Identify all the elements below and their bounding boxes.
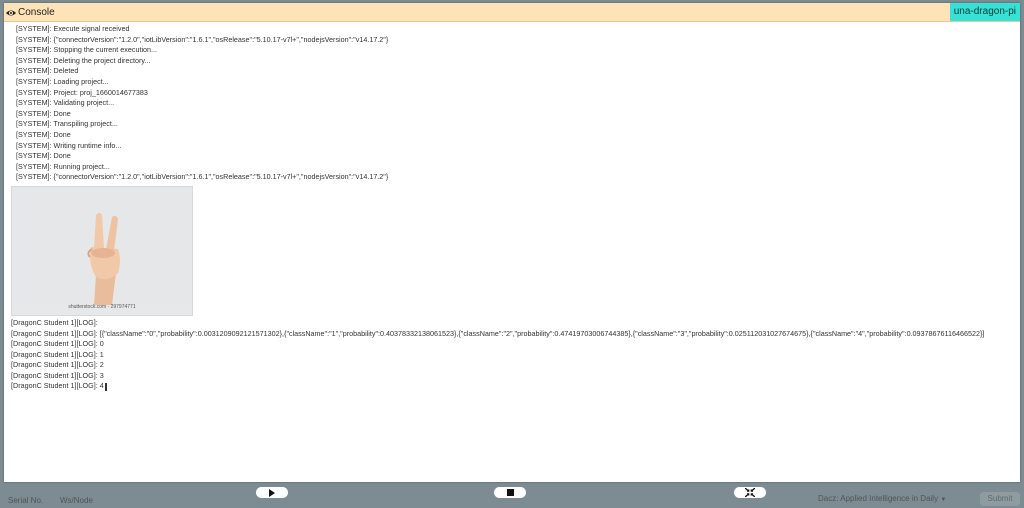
student-log-line: [DragonC Student 1][LOG]: 4 <box>11 381 104 391</box>
bg-submit-button[interactable]: Submit <box>980 492 1020 506</box>
student-log-line: [DragonC Student 1][LOG]: [{"className":… <box>11 328 985 338</box>
bg-course-select[interactable]: Dacz: Applied Intelligence in Daily ▼ <box>818 492 976 506</box>
image-caption: shutterstock.com · 297974771 <box>68 304 136 311</box>
console-title: Console <box>18 6 55 18</box>
system-log-line: [SYSTEM]: Done <box>16 151 71 161</box>
text-cursor <box>104 382 107 391</box>
system-log-line: [SYSTEM]: Done <box>16 129 71 139</box>
device-badge[interactable]: una-dragon-pi <box>949 3 1020 21</box>
system-log-line: [SYSTEM]: Stopping the current execution… <box>16 45 158 55</box>
eye-icon[interactable] <box>5 6 17 18</box>
system-log-line: [SYSTEM]: Execute signal received <box>16 24 130 33</box>
bg-node-label: Ws/Node <box>60 496 93 505</box>
chevron-down-icon: ▼ <box>940 497 947 503</box>
play-button[interactable] <box>256 487 288 498</box>
system-log-line: [SYSTEM]: Transpiling project... <box>16 119 118 129</box>
hand-peace-sign-image <box>12 186 192 305</box>
system-log-line: [SYSTEM]: Deleted <box>16 66 79 76</box>
student-log-line: [DragonC Student 1][LOG]: 1 <box>11 349 104 359</box>
system-log-line: [SYSTEM]: {"connectorVersion":"1.2.0","i… <box>16 172 389 182</box>
console-panel: Console una-dragon-pi [SYSTEM]: Execute … <box>4 3 1020 482</box>
console-log: [SYSTEM]: Execute signal received [SYSTE… <box>4 22 1020 392</box>
console-header: Console una-dragon-pi <box>4 3 1020 22</box>
system-log-line: [SYSTEM]: Running project... <box>16 161 110 171</box>
stop-icon <box>506 489 514 496</box>
system-log-line: [SYSTEM]: {"connectorVersion":"1.2.0","i… <box>16 34 389 44</box>
bg-serial-label: Serial No. <box>8 496 44 505</box>
student-log-line: [DragonC Student 1][LOG]: 0 <box>11 339 104 349</box>
system-log-line: [SYSTEM]: Project: proj_1660014677383 <box>16 87 148 97</box>
system-log-line: [SYSTEM]: Deleting the project directory… <box>16 55 151 65</box>
student-log-line: [DragonC Student 1][LOG]: 2 <box>11 360 104 370</box>
system-log-line: [SYSTEM]: Writing runtime info... <box>16 140 122 150</box>
collapse-arrows-icon <box>745 488 755 497</box>
system-log-line: [SYSTEM]: Loading project... <box>16 76 109 86</box>
student-log-row: [DragonC Student 1][LOG]: 4 <box>11 381 1020 392</box>
system-log-line: [SYSTEM]: Done <box>16 108 71 118</box>
system-log-line: [SYSTEM]: Validating project... <box>16 98 115 108</box>
student-log-line: [DragonC Student 1][LOG]: <box>11 317 98 327</box>
student-log-line: [DragonC Student 1][LOG]: 3 <box>11 370 104 380</box>
bg-course-select-text: Dacz: Applied Intelligence in Daily <box>818 494 939 503</box>
collapse-button[interactable] <box>734 487 766 498</box>
captured-image: shutterstock.com · 297974771 <box>11 185 193 316</box>
stop-button[interactable] <box>494 487 526 498</box>
play-icon <box>269 488 275 497</box>
